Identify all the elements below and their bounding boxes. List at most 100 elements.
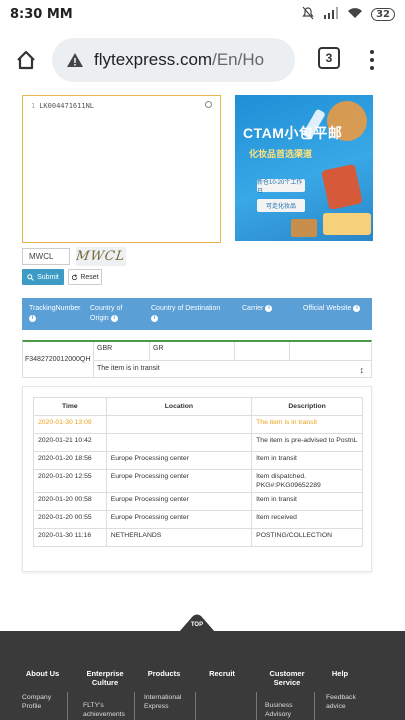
result-destination: GR (149, 342, 234, 360)
ad-title: CTAM小包平邮 (243, 125, 343, 141)
footer-link-business-advisory[interactable]: Business Advisory (265, 701, 311, 719)
event-time: 2020-01-20 00:58 (33, 492, 107, 511)
header-label: Official Website (303, 305, 352, 312)
footer-recruit[interactable]: Recruit (200, 669, 244, 678)
footer-products[interactable]: Products (140, 669, 188, 678)
event-time: 2020-01-21 10:42 (33, 433, 107, 452)
status-time: 8:30 MM (10, 6, 73, 22)
url-host: flytexpress.com (94, 50, 213, 69)
events-header-row: Time Location Description (33, 397, 363, 416)
table-row: 2020-01-30 13:09 The item is in transit (33, 415, 363, 434)
event-description: POSTING/COLLECTION (251, 528, 363, 547)
info-icon[interactable]: i (110, 314, 118, 322)
tracking-details-panel: Time Location Description 2020-01-30 13:… (22, 386, 372, 572)
event-location: Europe Processing center (105, 510, 253, 529)
event-location: Europe Processing center (105, 451, 253, 470)
footer-enterprise-culture[interactable]: Enterprise Culture (80, 669, 130, 687)
decor-shape (321, 163, 363, 211)
event-location (105, 433, 253, 452)
circle-icon (205, 101, 212, 108)
event-description: The item is pre-advised to PostnL (251, 433, 363, 452)
info-icon[interactable]: i (353, 304, 361, 312)
header-country-destination: Country of Destination i (151, 304, 231, 324)
event-location: NETHERLANDS (105, 528, 253, 547)
reset-button[interactable]: Reset (68, 269, 102, 285)
event-time: 2020-01-20 00:55 (33, 510, 107, 529)
footer-link-achievements[interactable]: FLTY's achievements (83, 701, 129, 719)
decor-shape (291, 219, 317, 237)
captcha-input[interactable]: MWCL (22, 248, 70, 265)
footer-customer-service[interactable]: Customer Service (262, 669, 312, 687)
result-row[interactable]: F3482720012000QH GBR GR The item is in t… (22, 340, 372, 378)
search-icon (27, 273, 34, 281)
url-text: flytexpress.com/En/Ho (94, 50, 264, 70)
signal-icon (323, 6, 339, 22)
events-table: Time Location Description 2020-01-30 13:… (33, 397, 363, 547)
ad-button-cosmetics[interactable]: 可走化妆品 (257, 199, 305, 212)
wifi-icon (347, 7, 363, 22)
tracking-number-input[interactable]: 1 LK004471611NL (22, 95, 221, 243)
table-row: 2020-01-30 11:16 NETHERLANDS POSTING/COL… (33, 528, 363, 547)
header-label: TrackingNumber (29, 305, 81, 312)
tracking-line: 1 LK004471611NL (31, 102, 94, 110)
footer-divider (195, 692, 196, 720)
footer-link-company-profile[interactable]: Company Profile (22, 693, 62, 711)
event-description: Item received (251, 510, 363, 529)
footer-link-international-express[interactable]: International Express (144, 693, 190, 711)
result-website (289, 342, 372, 360)
event-location (105, 415, 253, 434)
header-official-website: Official Website i (303, 304, 372, 314)
submit-button[interactable]: Submit (22, 269, 64, 285)
table-row: 2020-01-20 12:55 Europe Processing cente… (33, 469, 363, 493)
event-description: Item in transit (251, 492, 363, 511)
event-description: The item is in transit (251, 415, 363, 434)
more-menu-button[interactable] (366, 46, 378, 74)
ad-subtitle: 化妆品首选渠道 (249, 149, 313, 159)
reset-label: Reset (80, 273, 99, 281)
expand-toggle-icon[interactable]: ↕ (360, 365, 365, 375)
captcha-image[interactable]: MWCL (76, 247, 126, 266)
ad-button-delivery[interactable]: 新仓10-20个工作日 (257, 179, 305, 195)
event-description: Item in transit (251, 451, 363, 470)
line-number: 1 (31, 102, 36, 110)
top-label: TOP (190, 622, 204, 628)
result-status: The item is in transit ↕ (93, 360, 372, 378)
header-tracking-number: TrackingNumber i (29, 304, 85, 324)
browser-toolbar: flytexpress.com/En/Ho 3 (0, 34, 405, 86)
result-origin: GBR (93, 342, 149, 360)
result-carrier (234, 342, 289, 360)
header-label: Carrier (242, 305, 264, 312)
tracking-input-value: LK004471611NL (39, 102, 95, 110)
address-bar[interactable]: flytexpress.com/En/Ho (52, 38, 295, 82)
event-time: 2020-01-30 13:09 (33, 415, 107, 434)
footer-divider (314, 692, 315, 720)
home-icon (17, 50, 35, 70)
event-time: 2020-01-20 12:55 (33, 469, 107, 493)
status-bar: 8:30 MM 32 (0, 0, 405, 28)
submit-label: Submit (37, 273, 59, 281)
refresh-icon (72, 273, 78, 280)
footer-help[interactable]: Help (322, 669, 358, 678)
column-header-time: Time (33, 397, 107, 416)
ad-banner[interactable]: CTAM小包平邮 化妆品首选渠道 新仓10-20个工作日 可走化妆品 (235, 95, 373, 241)
back-to-top-button[interactable]: TOP (179, 614, 215, 632)
event-time: 2020-01-20 18:56 (33, 451, 107, 470)
tab-switcher-button[interactable]: 3 (318, 47, 340, 69)
table-row: 2020-01-20 18:56 Europe Processing cente… (33, 451, 363, 470)
footer-link-feedback[interactable]: Feedback advice (326, 693, 366, 711)
event-location: Europe Processing center (105, 469, 253, 493)
url-path: /En/Ho (212, 50, 265, 69)
home-button[interactable] (0, 34, 52, 86)
info-icon[interactable]: i (151, 314, 158, 322)
info-icon[interactable]: i (29, 314, 36, 322)
footer-about-us[interactable]: About Us (20, 669, 65, 678)
result-tracking-number[interactable]: F3482720012000QH (25, 356, 90, 363)
column-header-description: Description (251, 397, 363, 416)
footer-divider (256, 692, 257, 720)
warning-icon (67, 53, 83, 67)
header-carrier: Carrier i (242, 304, 292, 314)
header-country-origin: Country of Origin i (90, 304, 142, 324)
captcha-image-text: MWCL (76, 249, 126, 264)
status-icons: 32 (301, 6, 395, 23)
info-icon[interactable]: i (265, 304, 273, 312)
